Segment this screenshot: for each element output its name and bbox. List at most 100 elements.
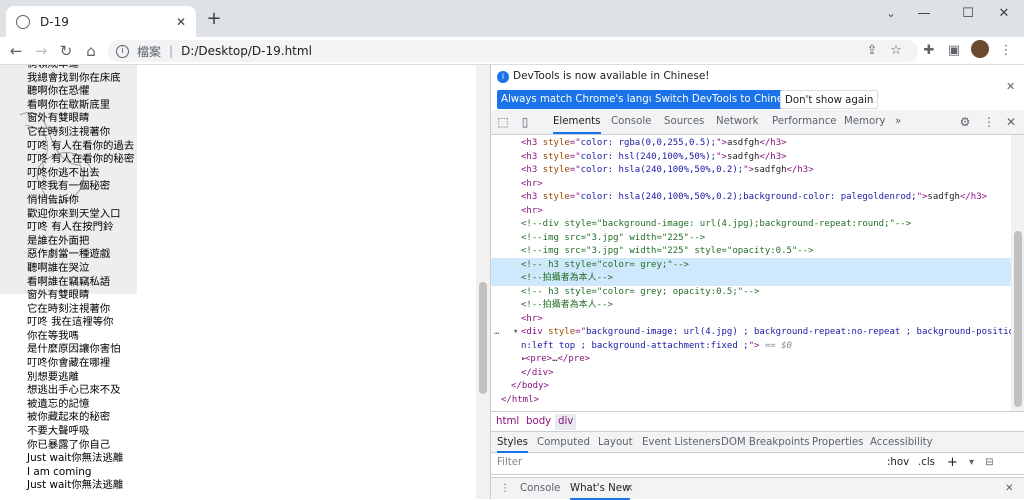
minimize-button[interactable]: —: [904, 4, 944, 24]
tab-layout[interactable]: Layout: [598, 432, 633, 453]
home-button[interactable]: ⌂: [81, 41, 101, 61]
forward-button[interactable]: →: [31, 41, 51, 61]
dom-tree-line[interactable]: <div style="background-image: url(4.jpg)…: [521, 326, 1011, 340]
maximize-button[interactable]: ☐: [948, 4, 988, 24]
lyric-line: 叮咚你逃不出去: [27, 166, 100, 179]
switch-language-button[interactable]: Switch DevTools to Chinese: [651, 90, 799, 109]
new-tab-button[interactable]: +: [204, 9, 224, 29]
close-drawer-icon[interactable]: ✕: [1005, 478, 1014, 500]
dom-tree-line[interactable]: <h3 style="color: hsl(240,100%,50%);">sa…: [521, 151, 787, 165]
tab-memory[interactable]: Memory: [844, 110, 885, 134]
close-drawer-tab-icon[interactable]: ×: [625, 478, 634, 500]
dom-tree-line[interactable]: n:left top ; background-attachment:fixed…: [521, 340, 792, 354]
dom-tree-line[interactable]: <!-- h3 style="color= grey; opacity:0.5;…: [521, 286, 759, 300]
close-window-button[interactable]: ✕: [984, 4, 1024, 24]
tab-sources[interactable]: Sources: [664, 110, 704, 134]
device-toolbar-icon[interactable]: ▯: [517, 114, 533, 130]
tab-performance[interactable]: Performance: [772, 110, 837, 134]
lyric-line: 我總會找到你在床底: [27, 71, 121, 84]
code-token: sadfgh: [754, 165, 787, 175]
tab-computed[interactable]: Computed: [537, 432, 590, 453]
node-actions-icon[interactable]: …: [494, 326, 499, 340]
dom-tree-line[interactable]: <hr>: [521, 205, 543, 219]
filter-input[interactable]: Filter: [497, 457, 522, 468]
tab-title: D-19: [40, 14, 69, 29]
dom-tree-line[interactable]: </html>: [501, 394, 539, 408]
code-token: style: [542, 192, 570, 202]
reload-button[interactable]: ↻: [56, 41, 76, 61]
tab-accessibility[interactable]: Accessibility: [870, 432, 933, 453]
lyric-line: I am coming: [27, 465, 92, 478]
cls-toggle[interactable]: .cls: [918, 457, 935, 468]
expand-triangle-icon[interactable]: ▾: [513, 326, 518, 340]
dom-tree-line[interactable]: <!--拍攝者為本人-->: [521, 272, 613, 286]
paint-icon[interactable]: ▾: [969, 457, 974, 468]
code-token: </h3>: [759, 151, 787, 162]
dom-tree-line[interactable]: <pre>…</pre>: [525, 353, 590, 367]
dont-show-again-button[interactable]: Don't show again: [780, 90, 879, 109]
code-token: color: hsla(240,100%,50%,0.2);: [580, 165, 744, 175]
close-devtools-icon[interactable]: ✕: [1003, 114, 1019, 130]
dom-tree-line[interactable]: <hr>: [521, 313, 543, 327]
inspect-icon[interactable]: ⬚: [495, 114, 511, 130]
computed-styles-icon[interactable]: ⊟: [985, 457, 994, 468]
tab-elements[interactable]: Elements: [553, 110, 601, 134]
drawer-tab-console[interactable]: Console: [520, 478, 560, 500]
expand-triangle-icon[interactable]: ▸: [521, 353, 526, 367]
browser-tab[interactable]: D-19 ✕: [6, 6, 196, 37]
more-options-icon[interactable]: ⋮: [981, 114, 997, 130]
code-token: =": [569, 165, 581, 175]
drawer-tab-whats-new[interactable]: What's New: [570, 478, 631, 500]
crumb-body[interactable]: body: [523, 414, 554, 430]
code-token: </h3>: [786, 165, 814, 175]
code-token: =": [575, 327, 587, 337]
tab-styles[interactable]: Styles: [497, 432, 528, 453]
info-icon[interactable]: i: [116, 44, 129, 58]
close-tab-icon[interactable]: ✕: [172, 13, 190, 31]
dom-tree-line[interactable]: <h3 style="color: rgba(0,0,255,0.5);">as…: [521, 137, 787, 151]
page-scrollbar-thumb[interactable]: [479, 282, 487, 394]
crumb-div[interactable]: div: [555, 414, 577, 430]
hov-toggle[interactable]: :hov: [887, 457, 909, 468]
dom-tree-line[interactable]: <!--img src="3.jpg" width="225"-->: [521, 232, 705, 246]
selected-marker: == $0: [759, 340, 792, 351]
dom-tree-line[interactable]: <!-- h3 style="color= grey;"-->: [521, 259, 689, 273]
dom-tree-scrollbar-thumb[interactable]: [1014, 231, 1022, 407]
drawer-menu-icon[interactable]: ⋮: [500, 478, 510, 500]
new-rule-button[interactable]: +: [947, 455, 958, 470]
close-icon[interactable]: ✕: [1006, 80, 1015, 93]
back-button[interactable]: ←: [6, 41, 26, 61]
code-token: =": [569, 192, 581, 202]
tab-dom-breakpoints[interactable]: DOM Breakpoints: [721, 432, 810, 453]
lyric-line: 聽啊你在恐懼: [27, 85, 90, 98]
tab-network[interactable]: Network: [716, 110, 759, 134]
gear-icon[interactable]: ⚙: [957, 114, 973, 130]
code-token: =": [569, 138, 581, 148]
lyric-line: 它在時刻注視著你: [27, 125, 111, 138]
code-token: style: [542, 151, 570, 162]
tab-properties[interactable]: Properties: [812, 432, 863, 453]
code-token: ">: [748, 340, 760, 351]
tab-event-listeners[interactable]: Event Listeners: [642, 432, 721, 453]
dom-tree-line[interactable]: </div>: [521, 367, 554, 381]
styles-filter-bar: Filter :hov .cls + ▾ ⊟: [491, 453, 1024, 475]
side-panel-icon[interactable]: ▣: [945, 42, 963, 60]
dom-tree-line[interactable]: <!--div style="background-image: url(4.j…: [521, 218, 911, 232]
avatar[interactable]: [971, 40, 989, 58]
extensions-icon[interactable]: ✚: [920, 42, 938, 60]
dom-tree-line[interactable]: <h3 style="color: hsla(240,100%,50%,0.2)…: [521, 191, 987, 205]
dom-tree-line[interactable]: <hr>: [521, 178, 543, 192]
crumb-html[interactable]: html: [493, 414, 522, 430]
dom-tree-line[interactable]: </body>: [511, 380, 549, 394]
menu-icon[interactable]: ⋮: [997, 42, 1015, 60]
tab-console[interactable]: Console: [611, 110, 651, 134]
lyric-line: 你在等我嗎: [27, 329, 79, 342]
dom-tree-line[interactable]: <!--img src="3.jpg" width="225" style="o…: [521, 245, 814, 259]
star-icon[interactable]: ☆: [887, 42, 905, 60]
address-bar[interactable]: i 檔案 | D:/Desktop/D-19.html: [108, 40, 918, 62]
dom-tree-line[interactable]: <!--拍攝者為本人-->: [521, 299, 613, 313]
url-text[interactable]: D:/Desktop/D-19.html: [181, 44, 312, 58]
dom-tree-line[interactable]: <h3 style="color: hsla(240,100%,50%,0.2)…: [521, 164, 814, 178]
more-tabs-icon[interactable]: »: [895, 110, 901, 134]
share-icon[interactable]: ⇪: [863, 42, 881, 60]
